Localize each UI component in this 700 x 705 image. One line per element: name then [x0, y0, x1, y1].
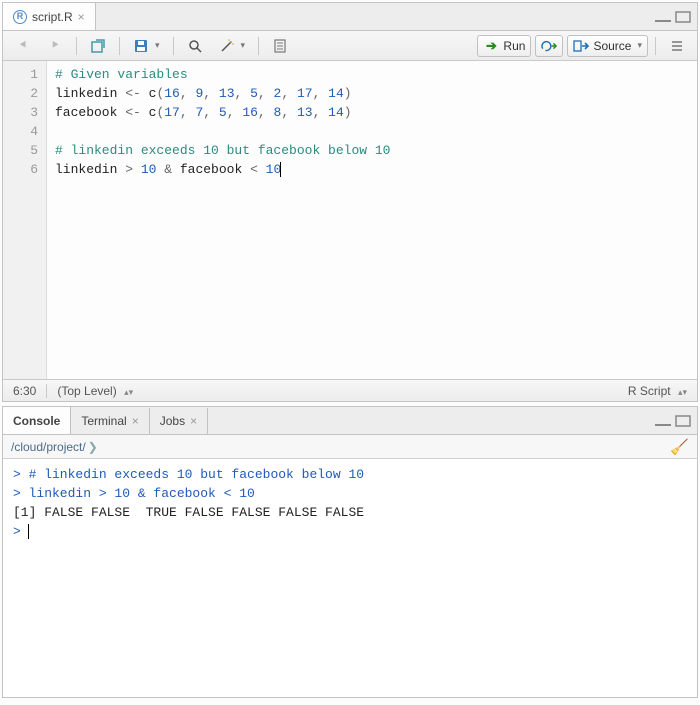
wand-button[interactable]: ▾: [213, 35, 252, 57]
console-tab-terminal[interactable]: Terminal ×: [71, 408, 149, 435]
close-icon[interactable]: ×: [132, 414, 139, 428]
maximize-icon[interactable]: [675, 415, 691, 427]
source-status-bar: 6:30 (Top Level) ▴▾ R Script ▴▾: [3, 379, 697, 401]
magnifier-icon: [187, 38, 203, 54]
working-directory: /cloud/project/: [11, 440, 86, 454]
minimize-icon[interactable]: [655, 415, 671, 427]
r-file-icon: R: [13, 10, 27, 24]
sort-icon: ▴▾: [678, 387, 687, 397]
console-path-bar: /cloud/project/ ❯ 🧹: [3, 435, 697, 459]
console-prompt-line: >: [13, 522, 687, 541]
separator: [76, 37, 77, 55]
scope-label: (Top Level): [57, 384, 116, 398]
tab-label: Terminal: [81, 414, 126, 428]
cursor-position: 6:30: [13, 384, 36, 398]
outline-icon: [669, 38, 685, 54]
separator: [173, 37, 174, 55]
code-line: facebook <- c(17, 7, 5, 16, 8, 13, 14): [55, 103, 689, 122]
panel-window-controls: [655, 11, 691, 23]
separator: [258, 37, 259, 55]
source-button[interactable]: Source ▾: [567, 35, 648, 57]
source-tab-strip: R script.R ×: [3, 3, 697, 31]
code-editor[interactable]: 123456 # Given variableslinkedin <- c(16…: [3, 61, 697, 379]
close-icon[interactable]: ×: [78, 10, 85, 24]
sort-icon: ▴▾: [124, 387, 133, 397]
nav-back-button[interactable]: ⯇: [9, 35, 37, 57]
code-line: [55, 122, 689, 141]
file-mode-selector[interactable]: R Script ▴▾: [628, 384, 687, 398]
clear-console-icon[interactable]: 🧹: [670, 438, 689, 456]
tab-label: Jobs: [160, 414, 185, 428]
source-tab-script[interactable]: R script.R ×: [3, 3, 96, 30]
nav-forward-button[interactable]: ⯈: [41, 35, 69, 57]
run-button[interactable]: ➔ Run: [477, 35, 531, 57]
popout-button[interactable]: [84, 35, 112, 57]
code-line: linkedin <- c(16, 9, 13, 5, 2, 17, 14): [55, 84, 689, 103]
separator: [46, 384, 47, 398]
console-prompt-line: > linkedin > 10 & facebook < 10: [13, 484, 687, 503]
source-toolbar: ⯇ ⯈ ▾ ▾: [3, 31, 697, 61]
source-label: Source: [593, 39, 631, 53]
code-area[interactable]: # Given variableslinkedin <- c(16, 9, 13…: [47, 61, 697, 379]
source-icon: [573, 38, 589, 54]
source-tab-label: script.R: [32, 10, 73, 24]
console-prompt-line: > # linkedin exceeds 10 but facebook bel…: [13, 465, 687, 484]
arrow-right-icon: ⯈: [47, 38, 63, 54]
popout-icon: [90, 38, 106, 54]
close-icon[interactable]: ×: [190, 414, 197, 428]
rerun-button[interactable]: [535, 35, 563, 57]
code-line: # Given variables: [55, 65, 689, 84]
caret-icon: ▾: [241, 40, 246, 51]
run-icon: ➔: [483, 38, 499, 54]
separator: [655, 37, 656, 55]
console-tab-strip: Console Terminal × Jobs ×: [3, 407, 697, 435]
save-icon: [133, 38, 149, 54]
code-line: linkedin > 10 & facebook < 10: [55, 160, 689, 179]
scope-selector[interactable]: (Top Level) ▴▾: [57, 384, 133, 398]
console-output-line: [1] FALSE FALSE TRUE FALSE FALSE FALSE F…: [13, 503, 687, 522]
source-panel: R script.R × ⯇ ⯈ ▾: [2, 2, 698, 402]
maximize-icon[interactable]: [675, 11, 691, 23]
line-number-gutter: 123456: [3, 61, 47, 379]
minimize-icon[interactable]: [655, 11, 671, 23]
code-line: # linkedin exceeds 10 but facebook below…: [55, 141, 689, 160]
notebook-button[interactable]: [266, 35, 294, 57]
file-mode-label: R Script: [628, 384, 671, 398]
save-button[interactable]: ▾: [127, 35, 166, 57]
outline-button[interactable]: [663, 35, 691, 57]
wand-icon: [219, 38, 235, 54]
console-tab-console[interactable]: Console: [3, 407, 71, 434]
console-output[interactable]: > # linkedin exceeds 10 but facebook bel…: [3, 459, 697, 697]
find-button[interactable]: [181, 35, 209, 57]
arrow-left-icon: ⯇: [15, 38, 31, 54]
tab-label: Console: [13, 414, 60, 428]
path-go-icon[interactable]: ❯: [88, 440, 98, 454]
caret-icon: ▾: [155, 40, 160, 51]
console-panel: Console Terminal × Jobs × /cloud/project/ ❯ …: [2, 406, 698, 698]
run-label: Run: [503, 39, 525, 53]
separator: [119, 37, 120, 55]
console-tab-jobs[interactable]: Jobs ×: [150, 408, 208, 435]
rerun-icon: [541, 38, 557, 54]
notebook-icon: [272, 38, 288, 54]
caret-icon: ▾: [637, 40, 642, 51]
panel-window-controls: [655, 415, 691, 427]
